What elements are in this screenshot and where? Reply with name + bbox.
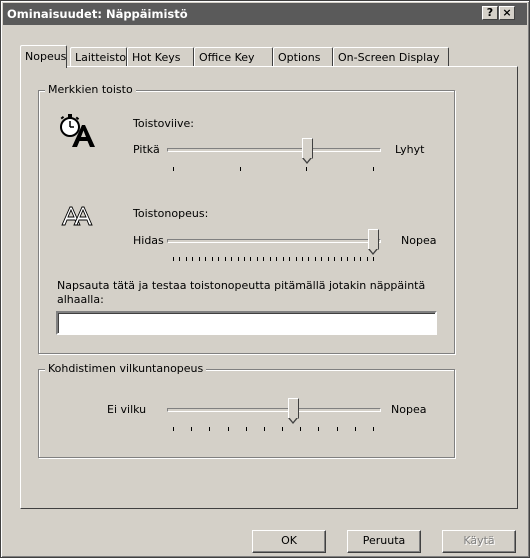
ok-button[interactable]: OK [252, 530, 326, 553]
blink-slider-track[interactable] [167, 408, 381, 412]
slider-tick [373, 167, 374, 171]
slider-tick [179, 257, 180, 261]
repeat-group-title: Merkkien toisto [45, 83, 136, 96]
slider-tick [355, 427, 356, 431]
apply-button[interactable]: Käytä [442, 530, 516, 553]
help-button[interactable]: ? [482, 6, 498, 20]
tab-nopeus[interactable]: Nopeus [20, 45, 67, 68]
title-bar: Ominaisuudet: Näppäimistö ? × [3, 3, 527, 25]
cursor-blink-groupbox: Kohdistimen vilkuntanopeus Ei vilku Nope… [38, 362, 455, 458]
tab-laitteisto[interactable]: Laitteisto [70, 47, 127, 67]
slider-tick [240, 167, 241, 171]
slider-tick [315, 257, 316, 261]
slider-tick [173, 167, 174, 171]
slider-tick [296, 257, 297, 261]
slider-tick [192, 257, 193, 261]
slider-tick [238, 257, 239, 261]
slider-tick [334, 257, 335, 261]
tab-office-key[interactable]: Office Key [194, 47, 273, 67]
close-button[interactable]: × [499, 6, 515, 20]
slider-tick [341, 257, 342, 261]
slider-tick [218, 257, 219, 261]
slider-tick [199, 257, 200, 261]
repeat-test-input[interactable] [56, 311, 437, 335]
slider-tick [228, 427, 229, 431]
slider-tick [373, 257, 374, 261]
slider-tick [360, 257, 361, 261]
slider-tick [205, 257, 206, 261]
slider-tick [173, 257, 174, 261]
cursor-group-title: Kohdistimen vilkuntanopeus [45, 362, 207, 375]
window-title: Ominaisuudet: Näppäimistö [7, 7, 188, 21]
rate-label: Toistonopeus: [133, 207, 209, 220]
slider-tick [212, 257, 213, 261]
slider-tick [289, 257, 290, 261]
repeat-groupbox: Merkkien toisto Toistoviive: Pitkä Lyhyt [38, 83, 455, 354]
slider-tick [244, 257, 245, 261]
slider-tick [191, 427, 192, 431]
slider-tick [283, 257, 284, 261]
rate-max-label: Nopea [401, 234, 437, 247]
stopwatch-a-icon [60, 114, 95, 147]
slider-tick [367, 257, 368, 261]
slider-tick [318, 427, 319, 431]
blink-max-label: Nopea [391, 403, 427, 416]
slider-tick [282, 427, 283, 431]
repeat-aa-icon [61, 206, 93, 226]
slider-tick [173, 427, 174, 431]
slider-tick [257, 257, 258, 261]
blink-slider-thumb[interactable] [288, 398, 299, 424]
delay-min-label: Pitkä [133, 143, 160, 156]
tab-panel-nopeus: Merkkien toisto Toistoviive: Pitkä Lyhyt [20, 66, 518, 509]
delay-slider-track[interactable] [167, 148, 381, 152]
slider-tick [225, 257, 226, 261]
slider-tick [337, 427, 338, 431]
slider-tick [373, 427, 374, 431]
delay-label: Toistoviive: [133, 117, 195, 130]
slider-tick [306, 167, 307, 171]
slider-tick [263, 257, 264, 261]
slider-tick [186, 257, 187, 261]
delay-slider-thumb[interactable] [302, 138, 313, 164]
slider-tick [321, 257, 322, 261]
slider-tick [270, 257, 271, 261]
slider-tick [250, 257, 251, 261]
slider-tick [276, 257, 277, 261]
blink-min-label: Ei vilku [107, 403, 147, 416]
slider-tick [209, 427, 210, 431]
rate-slider-thumb[interactable] [368, 229, 379, 255]
slider-tick [308, 257, 309, 261]
delay-max-label: Lyhyt [395, 143, 425, 156]
tab-on-screen-display[interactable]: On-Screen Display [333, 47, 449, 67]
slider-tick [246, 427, 247, 431]
tab-options[interactable]: Options [273, 47, 333, 67]
slider-tick [302, 257, 303, 261]
slider-tick [231, 257, 232, 261]
slider-tick [354, 257, 355, 261]
slider-tick [347, 257, 348, 261]
slider-tick [300, 427, 301, 431]
cancel-button[interactable]: Peruuta [347, 530, 421, 553]
rate-min-label: Hidas [133, 234, 164, 247]
slider-tick [264, 427, 265, 431]
properties-dialog: Ominaisuudet: Näppäimistö ? × Nopeus Lai… [0, 0, 530, 558]
rate-slider-track[interactable] [167, 239, 381, 243]
slider-tick [328, 257, 329, 261]
tab-hot-keys[interactable]: Hot Keys [127, 47, 194, 67]
test-instructions: Napsauta tätä ja testaa toistonopeutta p… [57, 279, 426, 306]
